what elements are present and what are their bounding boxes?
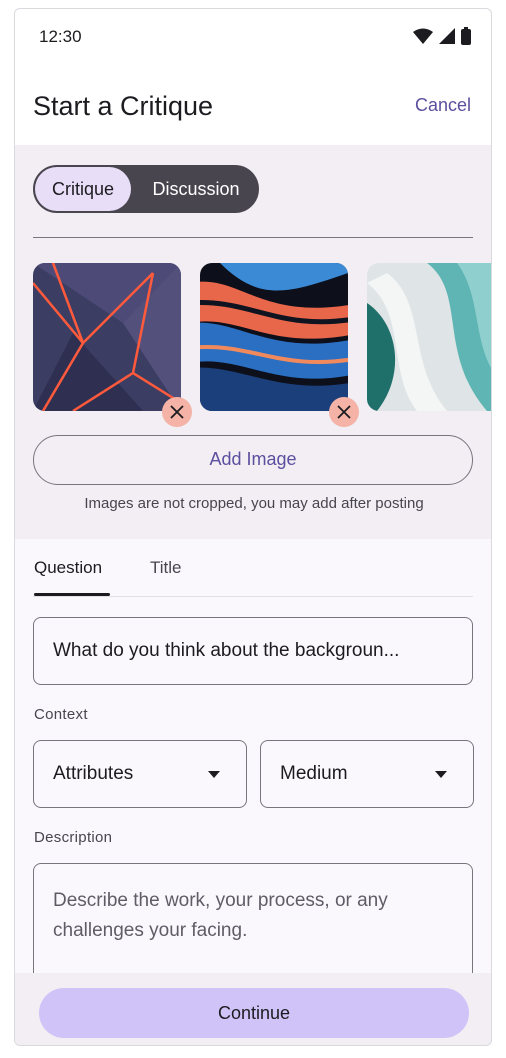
tab-question[interactable]: Question <box>34 558 102 578</box>
image-thumbnail[interactable] <box>200 263 348 411</box>
app-screen: 12:30 Start a Critique Cancel Critique D… <box>14 8 492 1046</box>
medium-dropdown[interactable]: Medium <box>260 740 474 808</box>
remove-image-button[interactable] <box>329 397 359 427</box>
tab-title[interactable]: Title <box>150 558 182 578</box>
app-bar: Start a Critique Cancel <box>15 65 491 145</box>
status-icons <box>413 27 471 45</box>
add-image-button[interactable]: Add Image <box>33 435 473 485</box>
image-note: Images are not cropped, you may add afte… <box>84 495 424 512</box>
continue-button[interactable]: Continue <box>39 988 469 1038</box>
status-time: 12:30 <box>39 27 82 46</box>
description-placeholder: Describe the work, your process, or any … <box>53 890 388 941</box>
attributes-value: Attributes <box>53 763 134 784</box>
description-label: Description <box>34 829 113 846</box>
bottom-bar: Continue <box>15 973 491 1045</box>
wifi-icon <box>413 28 433 44</box>
remove-image-button[interactable] <box>162 397 192 427</box>
abstract-paint-swirl-image <box>200 263 348 411</box>
image-thumbnail[interactable] <box>33 263 181 411</box>
attributes-dropdown[interactable]: Attributes <box>33 740 247 808</box>
critique-type-toggle: Critique Discussion <box>33 165 259 213</box>
segment-discussion[interactable]: Discussion <box>135 167 257 211</box>
medium-value: Medium <box>280 763 348 784</box>
dropdown-arrow-icon <box>208 771 220 778</box>
status-bar: 12:30 <box>15 9 491 65</box>
context-label: Context <box>34 706 88 723</box>
divider <box>33 237 473 238</box>
close-icon <box>337 405 351 419</box>
abstract-teal-fabric-image <box>367 263 491 411</box>
image-thumbnail[interactable] <box>367 263 491 411</box>
cellular-signal-icon <box>439 28 455 44</box>
question-input[interactable]: What do you think about the backgroun... <box>33 617 473 685</box>
image-panel: Critique Discussion Add Image Images are… <box>15 145 491 539</box>
question-value: What do you think about the backgroun... <box>53 640 400 661</box>
tab-divider <box>33 596 473 597</box>
cancel-button[interactable]: Cancel <box>415 95 471 116</box>
dropdown-arrow-icon <box>435 771 447 778</box>
battery-icon <box>461 27 471 45</box>
abstract-red-geometric-image <box>33 263 181 411</box>
page-title: Start a Critique <box>33 91 214 121</box>
close-icon <box>170 405 184 419</box>
segment-critique[interactable]: Critique <box>35 167 131 211</box>
